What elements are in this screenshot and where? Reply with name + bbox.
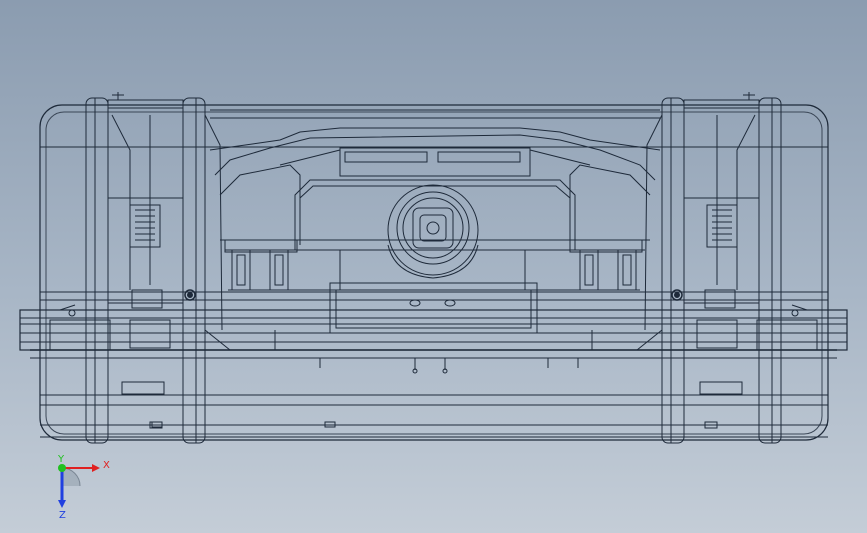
case-flange — [19, 309, 848, 359]
y-axis-label: Y — [57, 454, 65, 465]
inner-clips — [231, 249, 637, 291]
center-plate — [329, 282, 538, 334]
lid-top-contour — [209, 109, 661, 181]
case-front-view-model[interactable] — [0, 0, 867, 533]
y-axis-dot — [58, 464, 66, 472]
bottom-marks — [40, 421, 828, 438]
pressure-valve — [387, 184, 479, 279]
case-outer-shell — [39, 104, 829, 441]
handle-recess — [219, 147, 651, 250]
x-axis-arrowhead — [92, 464, 100, 472]
z-axis-arrowhead — [58, 500, 66, 508]
z-axis-label: Z — [59, 510, 66, 520]
x-axis-label: X — [103, 460, 110, 471]
flange-pegs — [319, 358, 579, 374]
cad-graphics-viewport[interactable]: X Y Z — [0, 0, 867, 533]
left-latch-column — [49, 92, 276, 444]
coordinate-triad: X Y Z — [57, 454, 110, 520]
